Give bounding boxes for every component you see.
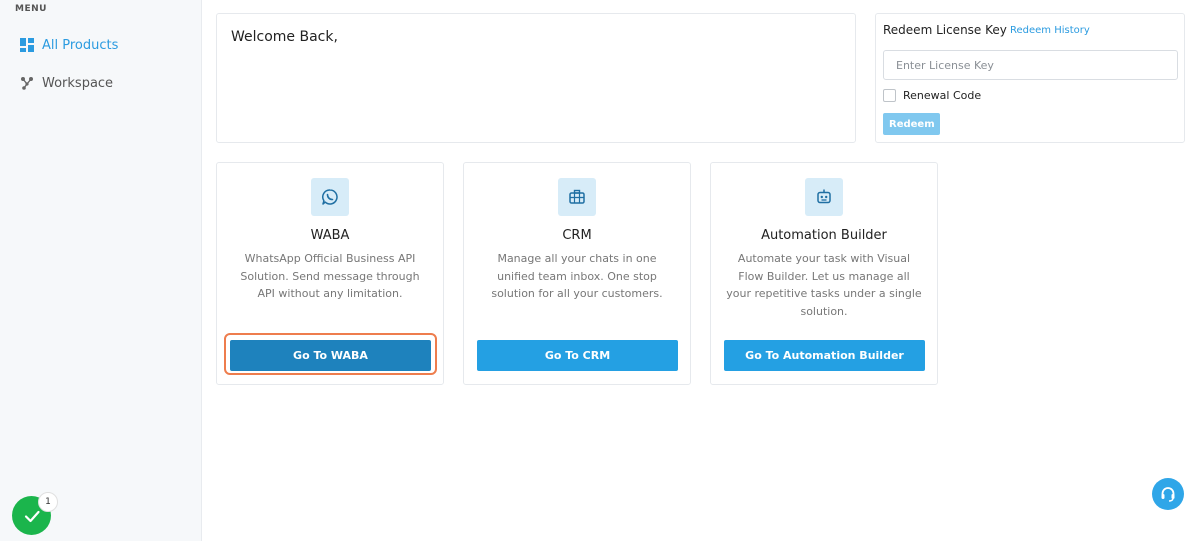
redeem-title: Redeem License Key — [883, 23, 1007, 37]
sidebar-item-all-products[interactable]: All Products — [20, 34, 118, 56]
go-to-automation-builder-button[interactable]: Go To Automation Builder — [724, 340, 925, 371]
headset-icon — [1161, 487, 1175, 502]
go-to-crm-button[interactable]: Go To CRM — [477, 340, 678, 371]
go-to-waba-button[interactable]: Go To WABA — [230, 340, 431, 371]
renewal-code-checkbox[interactable] — [883, 89, 896, 102]
product-description: Automate your task with Visual Flow Buil… — [726, 252, 922, 318]
check-icon — [24, 510, 40, 522]
product-card-automation-builder: Automation Builder Automate your task wi… — [710, 162, 938, 385]
briefcase-icon — [558, 178, 596, 216]
sidebar-item-label: Workspace — [42, 75, 114, 91]
product-card-waba: WABA WhatsApp Official Business API Solu… — [216, 162, 444, 385]
license-key-input[interactable] — [883, 50, 1178, 80]
redeem-history-link[interactable]: Redeem History — [1010, 25, 1090, 36]
network-icon — [20, 76, 34, 90]
welcome-card: Welcome Back, — [216, 13, 856, 143]
redeem-license-card: Redeem License Key Redeem History Renewa… — [875, 13, 1185, 143]
product-title: WABA — [310, 228, 350, 243]
sidebar-item-workspace[interactable]: Workspace — [20, 72, 113, 94]
product-description: Manage all your chats in one unified tea… — [491, 252, 663, 300]
renewal-code-row: Renewal Code — [883, 89, 981, 102]
product-description: WhatsApp Official Business API Solution.… — [240, 252, 420, 300]
grid-icon — [20, 38, 34, 52]
robot-icon — [805, 178, 843, 216]
product-card-crm: CRM Manage all your chats in one unified… — [463, 162, 691, 385]
menu-label: MENU — [15, 4, 47, 14]
redeem-button[interactable]: Redeem — [883, 113, 940, 135]
sidebar: MENU All Products Workspace — [0, 0, 202, 541]
welcome-heading: Welcome Back, — [231, 29, 338, 45]
product-title: Automation Builder — [761, 228, 887, 243]
support-chat-button[interactable] — [1152, 478, 1184, 510]
notification-count-badge: 1 — [38, 492, 58, 512]
sidebar-item-label: All Products — [42, 37, 119, 53]
renewal-code-label: Renewal Code — [903, 89, 982, 102]
product-title: CRM — [562, 228, 592, 243]
whatsapp-icon — [311, 178, 349, 216]
